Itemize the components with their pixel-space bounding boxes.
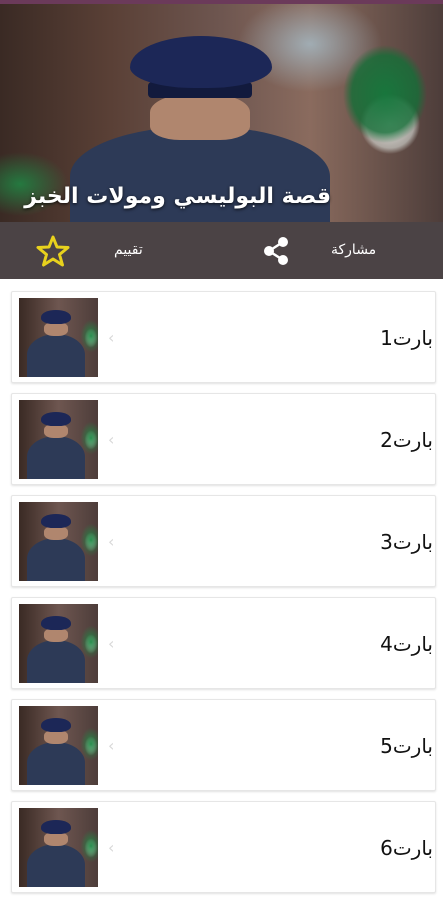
thumb-figure-body (27, 640, 85, 683)
chevron-left-icon: ‹ (108, 736, 115, 755)
item-label: بارت4 (380, 632, 433, 656)
item-thumbnail (19, 502, 98, 581)
thumb-figure-head (44, 628, 68, 642)
thumb-figure-body (27, 538, 85, 581)
thumb-cap (41, 820, 71, 834)
star-outline-icon[interactable] (36, 234, 70, 268)
item-label: بارت5 (380, 734, 433, 758)
thumb-figure-body (27, 742, 85, 785)
thumb-cap (41, 616, 71, 630)
list-item[interactable]: ‹ بارت3 (11, 495, 436, 587)
item-label: بارت2 (380, 428, 433, 452)
item-thumbnail (19, 298, 98, 377)
thumb-figure-body (27, 844, 85, 887)
list-item[interactable]: ‹ بارت1 (11, 291, 436, 383)
thumb-figure-head (44, 730, 68, 744)
thumb-figure-head (44, 424, 68, 438)
item-thumbnail (19, 400, 98, 479)
thumb-figure-head (44, 322, 68, 336)
hero-cap (130, 36, 272, 88)
item-thumbnail (19, 808, 98, 887)
item-label: بارت3 (380, 530, 433, 554)
page-title: قصة البوليسي ومولات الخبز (24, 184, 331, 209)
thumb-cap (41, 412, 71, 426)
thumb-cap (41, 718, 71, 732)
thumb-cap (41, 310, 71, 324)
item-thumbnail (19, 706, 98, 785)
thumb-cap (41, 514, 71, 528)
item-label: بارت1 (380, 326, 433, 350)
list-item[interactable]: ‹ بارت6 (11, 801, 436, 893)
thumb-figure-body (27, 436, 85, 479)
thumb-figure-head (44, 526, 68, 540)
chevron-left-icon: ‹ (108, 430, 115, 449)
header-image: قصة البوليسي ومولات الخبز (0, 4, 443, 222)
chevron-left-icon: ‹ (108, 838, 115, 857)
chevron-left-icon: ‹ (108, 634, 115, 653)
list-item[interactable]: ‹ بارت5 (11, 699, 436, 791)
share-icon[interactable] (261, 236, 291, 266)
thumb-figure-body (27, 334, 85, 377)
thumb-figure-head (44, 832, 68, 846)
share-label[interactable]: مشاركة (331, 242, 376, 258)
list-item[interactable]: ‹ بارت2 (11, 393, 436, 485)
hero-figure-head (150, 94, 250, 140)
item-thumbnail (19, 604, 98, 683)
chevron-left-icon: ‹ (108, 532, 115, 551)
rate-label[interactable]: تقييم (114, 242, 143, 258)
list-item[interactable]: ‹ بارت4 (11, 597, 436, 689)
chevron-left-icon: ‹ (108, 328, 115, 347)
item-label: بارت6 (380, 836, 433, 860)
